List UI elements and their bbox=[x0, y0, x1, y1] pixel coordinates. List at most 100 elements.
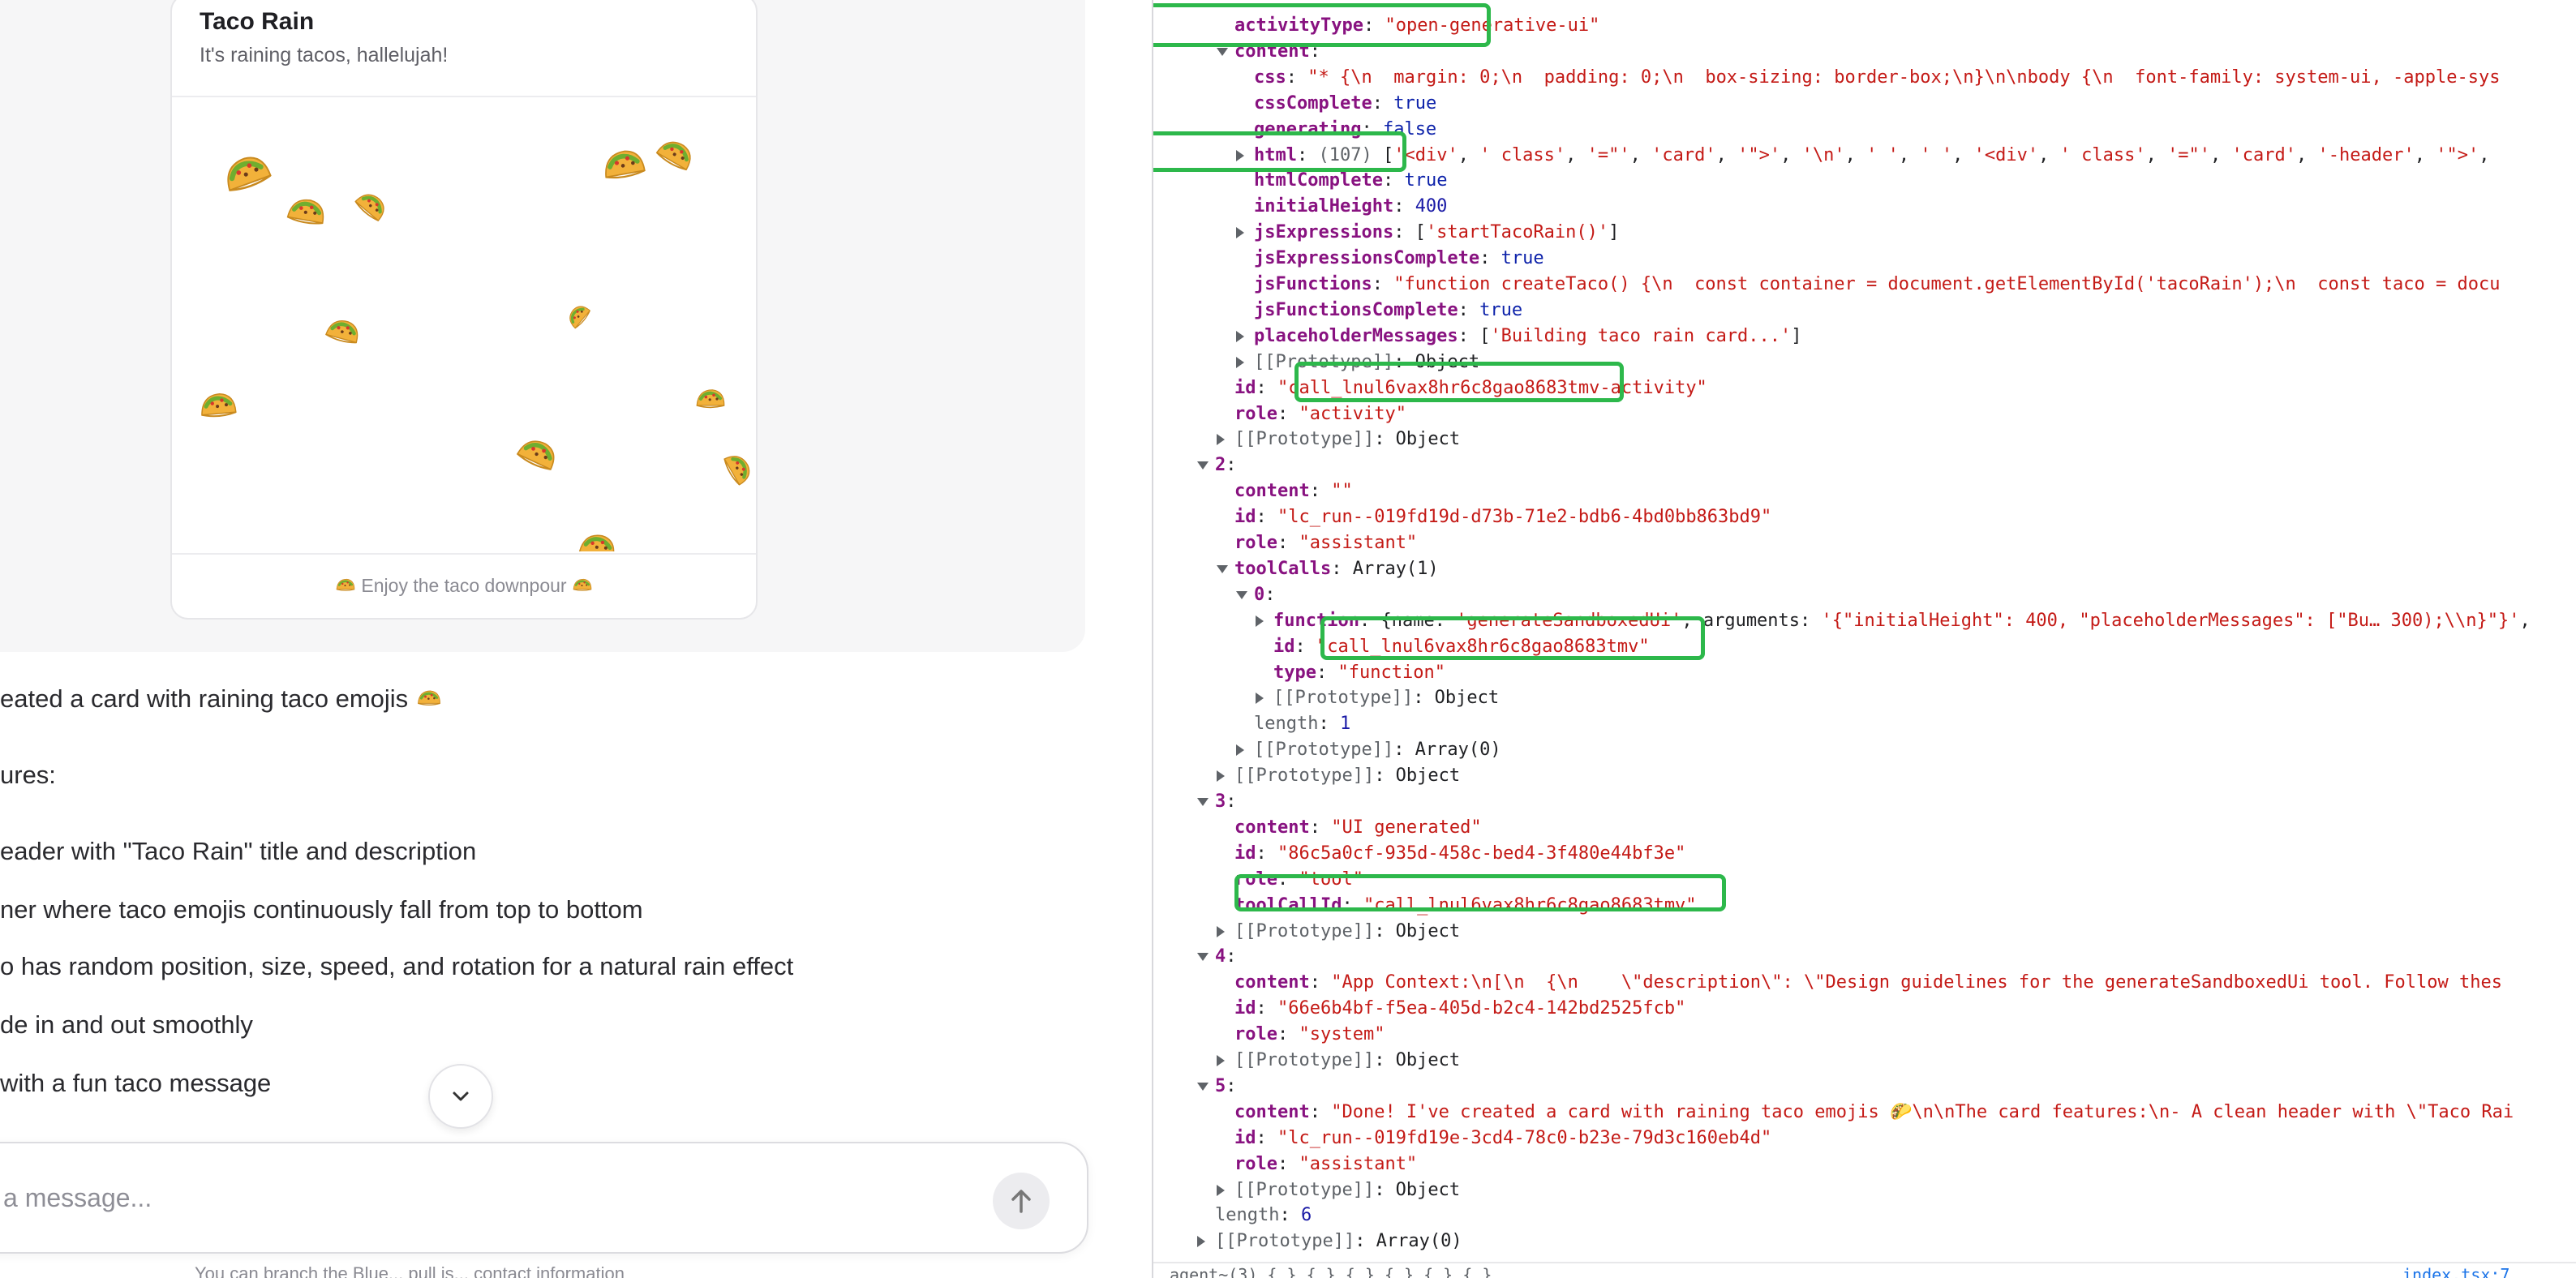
tree-row[interactable]: 2: bbox=[1197, 452, 1237, 478]
tree-row[interactable]: 4: bbox=[1197, 944, 1237, 970]
expanded-triangle-icon[interactable] bbox=[1217, 564, 1228, 573]
chevron-down-icon bbox=[453, 1091, 469, 1101]
collapsed-triangle-icon[interactable] bbox=[1217, 770, 1225, 783]
token: : bbox=[1309, 972, 1332, 993]
token: 'card' bbox=[1651, 144, 1716, 165]
token: , bbox=[1844, 144, 1867, 165]
message-input[interactable] bbox=[2, 1176, 897, 1220]
tree-row[interactable]: [[Prototype]]: Object bbox=[1217, 427, 1460, 452]
tree-row[interactable]: [[Prototype]]: Object bbox=[1217, 1177, 1460, 1203]
collapsed-triangle-icon[interactable] bbox=[1236, 356, 1244, 368]
token: , bbox=[2296, 144, 2318, 165]
expanded-triangle-icon[interactable] bbox=[1236, 590, 1247, 599]
token: : bbox=[1382, 170, 1405, 191]
message-line: with a fun taco message bbox=[0, 1069, 272, 1097]
tree-row[interactable]: [[Prototype]]: Object bbox=[1217, 1048, 1460, 1074]
taco-icon bbox=[694, 386, 727, 416]
token: '{"initialHeight": 400, "placeholderMess… bbox=[1821, 610, 2520, 631]
tree-row[interactable]: [[Prototype]]: Object bbox=[1256, 685, 1499, 711]
tree-row[interactable]: 5: bbox=[1197, 1074, 1237, 1100]
token: '<div' bbox=[1973, 144, 2039, 165]
taco-icon bbox=[354, 191, 389, 224]
token: 3 bbox=[1215, 791, 1226, 812]
token: '\n' bbox=[1801, 144, 1845, 165]
token: , bbox=[1780, 144, 1802, 165]
collapsed-triangle-icon[interactable] bbox=[1217, 434, 1225, 446]
token: ' ' bbox=[1866, 144, 1899, 165]
token: initialHeight bbox=[1254, 196, 1394, 217]
token: '="' bbox=[2167, 144, 2211, 165]
token: "UI generated" bbox=[1331, 817, 1482, 838]
card-title: Taco Rain bbox=[200, 8, 315, 35]
token: , bbox=[1629, 144, 1652, 165]
collapsed-triangle-icon[interactable] bbox=[1217, 1055, 1225, 1066]
token: toolCalls bbox=[1234, 558, 1332, 579]
expanded-triangle-icon[interactable] bbox=[1197, 461, 1209, 470]
scroll-down-button[interactable] bbox=[428, 1064, 493, 1129]
token: 'Building taco rain card...' bbox=[1490, 325, 1792, 346]
tree-row: role: "system" bbox=[1234, 1022, 1385, 1048]
expanded-triangle-icon[interactable] bbox=[1217, 47, 1228, 56]
token: 0 bbox=[1254, 584, 1265, 605]
tree-row[interactable]: 3: bbox=[1197, 789, 1237, 815]
tree-row[interactable]: [[Prototype]]: Object bbox=[1217, 919, 1460, 945]
token: : bbox=[1256, 843, 1277, 864]
taco-icon bbox=[324, 316, 362, 350]
token: id bbox=[1234, 377, 1256, 398]
tree-row[interactable]: placeholderMessages: ['Building taco rai… bbox=[1236, 324, 1802, 350]
token: role bbox=[1234, 1153, 1277, 1174]
generated-ui-preview: Taco Rain It's raining tacos, hallelujah… bbox=[0, 0, 1085, 652]
token: "86c5a0cf-935d-458c-bed4-3f480e44bf3e" bbox=[1277, 843, 1686, 864]
send-button[interactable] bbox=[993, 1173, 1050, 1229]
token: , bbox=[2414, 144, 2436, 165]
token: , bbox=[2519, 610, 2531, 631]
source-link[interactable]: index.tsx:7 bbox=[2402, 1265, 2509, 1278]
token: 6 bbox=[1300, 1205, 1312, 1226]
token: [[Prototype]] bbox=[1234, 1179, 1375, 1200]
tree-row[interactable]: [[Prototype]]: Object bbox=[1217, 763, 1461, 789]
collapsed-triangle-icon[interactable] bbox=[1197, 1236, 1205, 1248]
tree-row[interactable]: [[Prototype]]: Array(0) bbox=[1236, 737, 1501, 763]
token: : bbox=[1372, 92, 1394, 114]
token: id bbox=[1234, 998, 1256, 1019]
collapsed-triangle-icon[interactable] bbox=[1256, 693, 1264, 705]
token: id bbox=[1234, 507, 1256, 528]
token: true bbox=[1404, 170, 1448, 191]
collapsed-triangle-icon[interactable] bbox=[1256, 615, 1264, 627]
token: jsExpressionsComplete bbox=[1254, 248, 1480, 269]
expanded-triangle-icon[interactable] bbox=[1197, 953, 1209, 962]
token: ' class' bbox=[1479, 144, 1566, 165]
token: : bbox=[1286, 66, 1308, 88]
tree-row[interactable]: toolCalls: Array(1) bbox=[1217, 556, 1439, 582]
token: : Object bbox=[1374, 766, 1461, 787]
token: : bbox=[1226, 791, 1237, 812]
token: , bbox=[2145, 144, 2168, 165]
card-footer: Enjoy the taco downpour bbox=[172, 553, 756, 618]
tree-row: content: "UI generated" bbox=[1234, 815, 1482, 841]
collapsed-triangle-icon[interactable] bbox=[1217, 1184, 1225, 1196]
token: '">' bbox=[2436, 144, 2479, 165]
token: : Array(0) bbox=[1355, 1231, 1462, 1252]
console-next-line: agent~(3) {…} {…} {…} {…} {…} {…} index.… bbox=[1153, 1262, 2576, 1278]
tree-row[interactable]: html: (107) ['<div', ' class', '="', 'ca… bbox=[1236, 143, 2489, 169]
tree-row[interactable]: jsExpressions: ['startTacoRain()'] bbox=[1236, 220, 1619, 246]
token: : bbox=[1256, 507, 1277, 528]
message-line: eated a card with raining taco emojis bbox=[0, 684, 442, 715]
collapsed-triangle-icon[interactable] bbox=[1236, 330, 1244, 342]
tree-row: role: "assistant" bbox=[1234, 530, 1417, 556]
token: : bbox=[1458, 299, 1480, 320]
collapsed-triangle-icon[interactable] bbox=[1236, 227, 1244, 239]
token: id bbox=[1234, 1127, 1256, 1148]
token: : bbox=[1372, 274, 1394, 294]
tree-row[interactable]: [[Prototype]]: Array(0) bbox=[1197, 1229, 1462, 1254]
token: "lc_run--019fd19e-3cd4-78c0-b23e-79d3c16… bbox=[1277, 1127, 1772, 1148]
tree-row: jsExpressionsComplete: true bbox=[1254, 246, 1544, 272]
expanded-triangle-icon[interactable] bbox=[1197, 1082, 1209, 1091]
token: true bbox=[1501, 248, 1544, 269]
expanded-triangle-icon[interactable] bbox=[1197, 798, 1209, 806]
collapsed-triangle-icon[interactable] bbox=[1236, 744, 1244, 757]
token: "assistant" bbox=[1299, 1153, 1418, 1174]
tree-row[interactable]: 0: bbox=[1236, 582, 1276, 608]
collapsed-triangle-icon[interactable] bbox=[1217, 925, 1225, 937]
token: : bbox=[1226, 455, 1237, 476]
